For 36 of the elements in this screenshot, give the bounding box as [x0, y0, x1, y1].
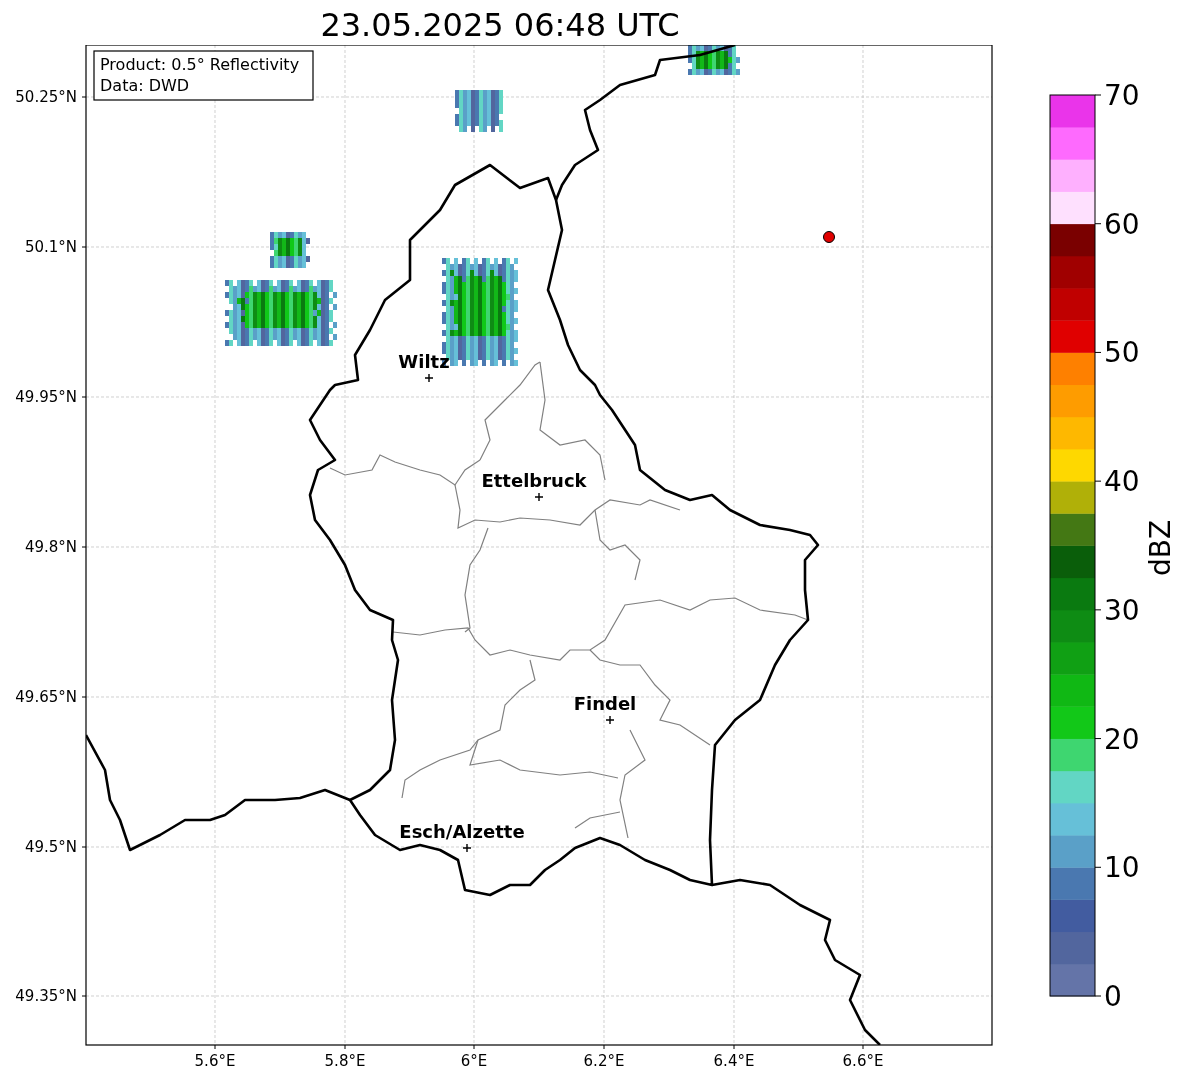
info-text: Data: DWD	[100, 76, 190, 95]
axis-label: 49.35°N	[15, 987, 77, 1005]
axis-label: 49.95°N	[15, 388, 77, 406]
place-label: Esch/Alzette	[399, 821, 525, 842]
axis-label: 6.6°E	[842, 1052, 884, 1070]
place-label: Findel	[573, 693, 637, 714]
place-marker-icon	[462, 843, 472, 853]
colorbar-tick-label: 60	[1104, 207, 1140, 241]
axis-label: 5.8°E	[324, 1052, 366, 1070]
axis-label: 49.5°N	[24, 838, 77, 856]
axis-label: 50.1°N	[24, 238, 77, 256]
radar-echo	[455, 90, 503, 132]
axis-label: 49.65°N	[15, 688, 77, 706]
axis-label: 6.2°E	[583, 1052, 625, 1070]
axis-label: 50.25°N	[15, 88, 77, 106]
colorbar-tick-label: 30	[1104, 593, 1140, 627]
place-marker-icon	[605, 715, 615, 725]
radar-echo	[688, 45, 740, 75]
place-marker-icon	[424, 373, 434, 383]
axis-label: 49.8°N	[24, 538, 77, 556]
colorbar-tick-label: 50	[1104, 336, 1140, 370]
axis-label: 6.4°E	[713, 1052, 755, 1070]
axis-label: 6°E	[460, 1052, 488, 1070]
axis-label: 5.6°E	[194, 1052, 236, 1070]
colorbar-tick-label: 40	[1104, 465, 1140, 499]
place-label: Ettelbruck	[481, 470, 587, 491]
colorbar-tick-label: 20	[1104, 722, 1140, 756]
colorbar-tick-label: 70	[1104, 79, 1140, 112]
place-marker-icon	[534, 492, 544, 502]
colorbar-tick-label: 0	[1104, 980, 1122, 1013]
colorbar-label: dBZ	[1144, 519, 1177, 577]
colorbar-tick-label: 10	[1104, 851, 1140, 885]
point-marker-icon	[823, 231, 835, 243]
radar-echo	[270, 232, 310, 268]
chart-title: 23.05.2025 06:48 UTC	[320, 6, 680, 44]
info-text: Product: 0.5° Reflectivity	[100, 55, 300, 74]
